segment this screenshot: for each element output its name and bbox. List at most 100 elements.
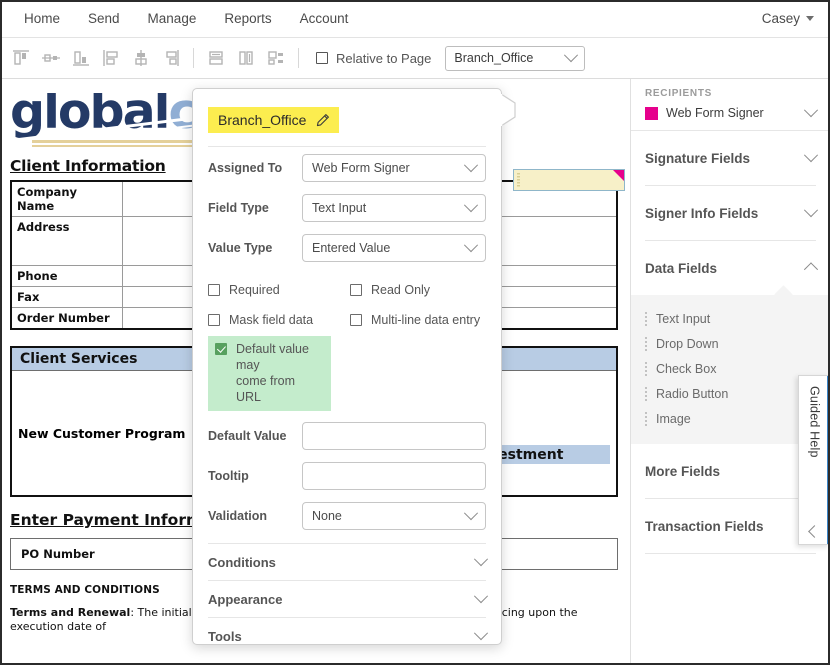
sidebar-item-text-input[interactable]: Text Input <box>631 306 830 331</box>
align-right-icon[interactable] <box>156 43 186 73</box>
field-properties-dialog: Branch_Office Assigned To Web Form Signe… <box>192 88 502 645</box>
default-value-input[interactable] <box>302 422 486 450</box>
relative-to-page-checkbox[interactable]: Relative to Page <box>316 51 431 66</box>
branch-office-form-field[interactable] <box>513 169 625 191</box>
row-label: Fax <box>10 286 123 308</box>
chevron-down-icon <box>806 16 814 21</box>
checkbox-box <box>316 52 328 64</box>
relative-to-page-label: Relative to Page <box>336 50 432 66</box>
field-type-select[interactable]: Text Input <box>302 194 486 222</box>
sidebar-section-signature-fields[interactable]: Signature Fields <box>631 131 830 185</box>
dialog-pointer-tail <box>501 93 516 127</box>
nav-item-send[interactable]: Send <box>74 0 134 38</box>
distribute-vertical-icon[interactable] <box>201 43 231 73</box>
nav-item-manage[interactable]: Manage <box>134 0 211 38</box>
drag-handle-icon[interactable] <box>645 311 647 326</box>
field-name-select[interactable]: Branch_Office <box>445 45 586 71</box>
distribute-horizontal-icon[interactable] <box>231 43 261 73</box>
investment-column-heading: vestment <box>489 445 610 464</box>
nav-item-account[interactable]: Account <box>286 0 363 38</box>
chevron-down-icon <box>463 198 479 213</box>
conditions-accordion[interactable]: Conditions <box>208 544 489 580</box>
assigned-to-value: Web Form Signer <box>312 161 410 175</box>
tools-label: Tools <box>208 628 242 644</box>
check-box-label: Check Box <box>656 361 717 376</box>
mask-field-data-checkbox[interactable]: Mask field data <box>208 313 350 327</box>
tooltip-input[interactable] <box>302 462 486 490</box>
tooltip-row: Tooltip <box>208 457 486 495</box>
multi-line-label: Multi-line data entry <box>371 313 481 327</box>
dialog-title-chip[interactable]: Branch_Office <box>208 107 340 133</box>
chevron-down-icon <box>473 552 489 567</box>
assigned-to-select[interactable]: Web Form Signer <box>302 154 486 182</box>
dialog-title-row: Branch_Office <box>208 107 486 133</box>
conditions-label: Conditions <box>208 554 276 570</box>
checkbox-box <box>350 314 362 326</box>
chevron-down-icon <box>803 148 819 163</box>
read-only-checkbox[interactable]: Read Only <box>350 283 430 297</box>
chevron-left-icon[interactable] <box>808 525 821 538</box>
options-row-1: Required Read Only <box>208 275 486 305</box>
align-center-vertical-icon[interactable] <box>36 43 66 73</box>
recipients-label: RECIPIENTS <box>645 88 713 99</box>
nav-item-reports[interactable]: Reports <box>210 0 285 38</box>
sidebar-section-data-fields[interactable]: Data Fields <box>631 241 830 295</box>
default-value-from-url-checkbox[interactable]: Default value may come from URL <box>208 336 331 411</box>
dialog-title-divider <box>208 146 486 147</box>
align-top-icon[interactable] <box>6 43 36 73</box>
value-type-value: Entered Value <box>312 241 391 255</box>
drag-handle-icon[interactable] <box>645 361 647 376</box>
drag-handle-icon[interactable] <box>645 386 647 401</box>
align-middle-horizontal-icon[interactable] <box>126 43 156 73</box>
align-left-icon[interactable] <box>96 43 126 73</box>
align-bottom-icon[interactable] <box>66 43 96 73</box>
validation-select[interactable]: None <box>302 502 486 530</box>
chevron-down-icon <box>463 238 479 253</box>
required-corner-marker-icon <box>613 170 624 181</box>
multi-line-checkbox[interactable]: Multi-line data entry <box>350 313 480 327</box>
default-value-from-url-label: Default value may come from URL <box>236 341 323 405</box>
drag-handle-icon[interactable] <box>645 336 647 351</box>
value-type-select[interactable]: Entered Value <box>302 234 486 262</box>
tools-accordion[interactable]: Tools <box>208 618 489 644</box>
signature-fields-label: Signature Fields <box>645 150 751 166</box>
field-type-value: Text Input <box>312 201 367 215</box>
signer-info-fields-label: Signer Info Fields <box>645 205 759 221</box>
field-type-label: Field Type <box>208 201 269 215</box>
recipient-selector[interactable]: Web Form Signer <box>645 103 819 120</box>
options-row-2: Mask field data Multi-line data entry <box>208 305 486 335</box>
nav-item-home[interactable]: Home <box>10 0 74 38</box>
required-checkbox[interactable]: Required <box>208 283 350 297</box>
default-value-row: Default Value <box>208 417 486 455</box>
mask-field-data-label: Mask field data <box>229 313 314 327</box>
match-size-icon[interactable] <box>261 43 291 73</box>
read-only-label: Read Only <box>371 283 431 297</box>
chevron-down-icon <box>473 626 489 641</box>
user-name: Casey <box>761 11 800 26</box>
field-options-group: Required Read Only Mask field data Multi… <box>208 275 486 411</box>
toolbar-divider-1 <box>193 48 194 68</box>
chevron-down-icon <box>473 589 489 604</box>
url-label-line1: Default value may <box>236 342 309 372</box>
data-fields-label: Data Fields <box>645 260 718 276</box>
toolbar-divider-2 <box>298 48 299 68</box>
appearance-accordion[interactable]: Appearance <box>208 581 489 617</box>
user-menu[interactable]: Casey <box>762 11 830 26</box>
terms-body-bold: Terms and Renewal <box>10 606 131 620</box>
checkbox-box-checked <box>215 342 227 355</box>
drag-handle-icon[interactable] <box>645 411 647 426</box>
guided-help-tab[interactable]: Guided Help <box>798 375 830 545</box>
value-type-label: Value Type <box>208 241 273 255</box>
validation-value: None <box>312 509 342 523</box>
text-input-label: Text Input <box>656 311 711 326</box>
appearance-label: Appearance <box>208 591 283 607</box>
pencil-icon[interactable] <box>315 113 330 128</box>
sidebar-item-drop-down[interactable]: Drop Down <box>631 331 830 356</box>
checkbox-box <box>350 284 362 296</box>
row-label: Phone <box>10 265 123 287</box>
recipients-block: RECIPIENTS Web Form Signer <box>631 79 830 131</box>
image-label: Image <box>656 411 691 426</box>
sidebar-section-signer-info-fields[interactable]: Signer Info Fields <box>631 186 830 240</box>
tooltip-label: Tooltip <box>208 469 249 483</box>
chevron-down-icon <box>803 203 819 218</box>
